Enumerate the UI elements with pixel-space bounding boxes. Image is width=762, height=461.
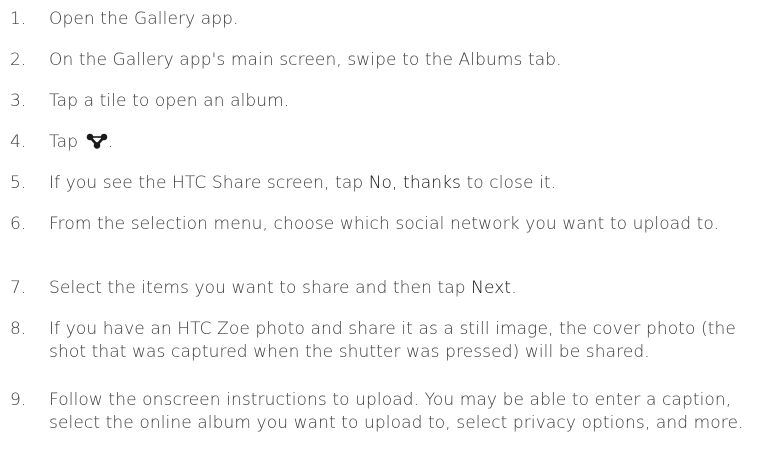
step-number: 5.: [10, 173, 27, 193]
step-text: Tap a tile to open an album.: [49, 91, 290, 111]
step-text: If you see the HTC Share screen, tap No,…: [49, 172, 756, 195]
step-number: 1.: [10, 9, 27, 29]
next-label: Next: [471, 278, 512, 298]
share-icon: [86, 133, 108, 156]
step-number: 8.: [10, 319, 27, 339]
step-number: 9.: [10, 390, 27, 410]
step-number: 6.: [10, 214, 27, 234]
step-text: On the Gallery app's main screen, swipe …: [49, 50, 562, 70]
step-number: 4.: [10, 132, 27, 152]
step-text: From the selection menu, choose which so…: [49, 214, 720, 234]
step-number: 2.: [10, 50, 27, 70]
step-text-after: .: [511, 278, 517, 298]
step-text: Select the items you want to share and t…: [49, 277, 756, 300]
step-number: 3.: [10, 91, 27, 111]
step-text-after: to close it.: [461, 173, 557, 193]
instruction-steps-list: 1. Open the Gallery app. 2. On the Galle…: [0, 0, 762, 461]
step-text: If you have an HTC Zoe photo and share i…: [49, 319, 736, 362]
step-text: Tap .: [49, 131, 756, 156]
step-text-after: .: [107, 132, 114, 152]
step-text-before: If you see the HTC Share screen, tap: [49, 173, 369, 193]
step-text: Open the Gallery app.: [49, 9, 239, 29]
step-text-before: Tap: [49, 132, 84, 152]
step-text-before: Select the items you want to share and t…: [49, 278, 472, 298]
step-text: Follow the onscreen instructions to uplo…: [49, 390, 744, 433]
no-thanks-label: No, thanks: [368, 173, 461, 193]
step-number: 7.: [10, 278, 27, 298]
